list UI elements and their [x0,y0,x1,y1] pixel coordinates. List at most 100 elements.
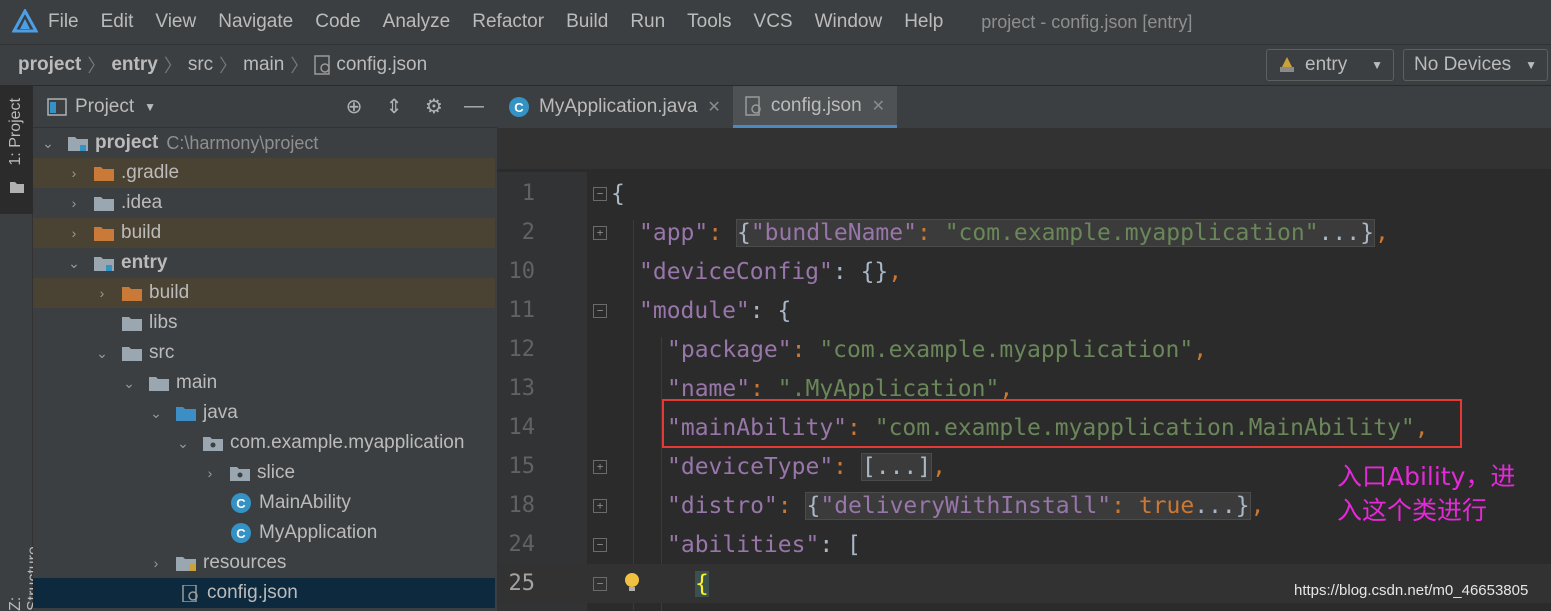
project-tool-button[interactable]: 1: Project [0,86,33,214]
line-number: 12 [508,337,536,362]
chevron-down-icon[interactable]: ⌄ [149,405,163,422]
code-text: "deviceType": [...], [667,452,946,481]
menu-run[interactable]: Run [630,11,665,33]
tree-item-project[interactable]: ⌄ project C:\harmony\project [33,128,495,158]
tree-label: libs [149,312,178,333]
expand-icon[interactable]: + [593,498,607,513]
editor-tab-bar: C MyApplication.java ✕ config.json ✕ [497,86,1551,128]
tree-item-entry[interactable]: ⌄ entry [33,248,495,278]
line-number: 15 [508,454,536,479]
tab-label: config.json [770,94,862,116]
menu-window[interactable]: Window [815,11,883,33]
chevron-down-icon[interactable]: ⌄ [176,435,190,452]
collapse-all-icon[interactable]: ⇕ [383,96,405,118]
chevron-down-icon[interactable]: ⌄ [67,255,81,272]
tree-item-build[interactable]: › build [33,218,495,248]
tree-label: MyApplication [259,522,378,543]
breadcrumb-separator-icon: 〉 [87,56,106,76]
chevron-down-icon[interactable]: ⌄ [95,345,109,362]
tree-item-main[interactable]: ⌄ main [33,368,495,398]
fold-icon[interactable]: − [593,303,607,318]
chevron-right-icon[interactable]: › [67,225,81,241]
tab-myapplication-java[interactable]: C MyApplication.java ✕ [497,86,733,128]
fold-icon[interactable]: − [593,537,607,552]
project-view-icon [47,97,67,116]
breadcrumb-project[interactable]: project [18,54,81,76]
gear-icon[interactable]: ⚙ [423,96,445,118]
tree-item-src[interactable]: ⌄ src [33,338,495,368]
json-file-icon [314,55,331,75]
expand-icon[interactable]: + [593,225,607,240]
tree-item-libs[interactable]: libs [33,308,495,338]
module-selector-label: entry [1305,54,1348,75]
menu-bar: File Edit View Navigate Code Analyze Ref… [0,0,1551,44]
tree-item-slice[interactable]: › slice [33,458,495,488]
menu-view[interactable]: View [155,11,196,33]
breadcrumb-entry[interactable]: entry [111,54,157,76]
locate-file-icon[interactable]: ⊕ [343,96,365,118]
menu-build[interactable]: Build [566,11,608,33]
tree-item-resources[interactable]: › resources [33,548,495,578]
lightbulb-icon[interactable] [623,572,641,594]
json-file-icon [182,584,198,602]
code-text: { [611,180,625,207]
project-tool-label: 1: Project [7,98,24,166]
tree-label: slice [257,462,296,483]
expand-icon[interactable]: + [593,459,607,474]
tree-item-myapplication[interactable]: C MyApplication [33,518,495,548]
menu-vcs[interactable]: VCS [754,11,793,33]
tab-config-json[interactable]: config.json ✕ [732,86,898,128]
menu-tools[interactable]: Tools [687,11,731,33]
class-icon: C [231,523,251,543]
close-icon[interactable]: ✕ [872,96,885,116]
chevron-right-icon[interactable]: › [203,465,217,481]
code-line: 1 − { [497,174,1551,213]
menu-navigate[interactable]: Navigate [218,11,293,33]
chevron-right-icon[interactable]: › [67,165,81,181]
menu-code[interactable]: Code [315,11,360,33]
tree-item-java[interactable]: ⌄ java [33,398,495,428]
breadcrumb: project 〉 entry 〉 src 〉 main 〉 config.js… [18,52,427,78]
menu-edit[interactable]: Edit [101,11,134,33]
tree-item-gradle[interactable]: › .gradle [33,158,495,188]
code-area[interactable]: 1 − { 2 + "app": {"bundleName": "com.exa… [497,172,1551,611]
code-text: "app": {"bundleName": "com.example.myapp… [639,218,1389,247]
json-file-icon [745,95,761,116]
breadcrumb-config-json[interactable]: config.json [314,54,427,76]
menu-analyze[interactable]: Analyze [383,11,451,33]
device-selector[interactable]: No Devices ▼ [1403,49,1548,81]
left-tool-strip: 1: Project Z: Structure [0,86,42,611]
hide-panel-icon[interactable]: — [463,95,485,118]
tree-item-config-json[interactable]: config.json [33,578,495,608]
menu-file[interactable]: File [48,11,79,33]
tree-item-idea[interactable]: › .idea [33,188,495,218]
chevron-down-icon[interactable]: ▼ [144,100,156,114]
breadcrumb-main[interactable]: main [243,54,284,76]
package-icon [230,466,250,481]
tree-item-mainability[interactable]: C MainAbility [33,488,495,518]
tree-item-package[interactable]: ⌄ com.example.myapplication [33,428,495,458]
breadcrumb-src[interactable]: src [188,54,213,76]
fold-icon[interactable]: − [593,186,607,201]
module-selector[interactable]: entry ▼ [1266,49,1394,81]
menu-refactor[interactable]: Refactor [472,11,544,33]
folder-icon [94,226,114,241]
tree-label: project [95,132,159,153]
menu-help[interactable]: Help [904,11,943,33]
chevron-down-icon[interactable]: ⌄ [41,135,55,152]
tree-label: build [149,282,190,303]
source-folder-icon [176,406,196,421]
fold-icon[interactable]: − [593,576,607,591]
close-icon[interactable]: ✕ [707,97,720,117]
folder-icon [122,346,142,361]
chevron-right-icon[interactable]: › [95,285,109,301]
tree-item-entry-build[interactable]: › build [33,278,495,308]
editor: C MyApplication.java ✕ config.json ✕ 1 −… [497,86,1551,611]
chevron-right-icon[interactable]: › [67,195,81,211]
chevron-right-icon[interactable]: › [149,555,163,571]
folder-icon [10,182,24,193]
tree-label: resources [203,552,287,573]
chevron-down-icon[interactable]: ⌄ [122,375,136,392]
project-panel-title[interactable]: Project [75,96,134,118]
line-number: 2 [521,220,535,245]
